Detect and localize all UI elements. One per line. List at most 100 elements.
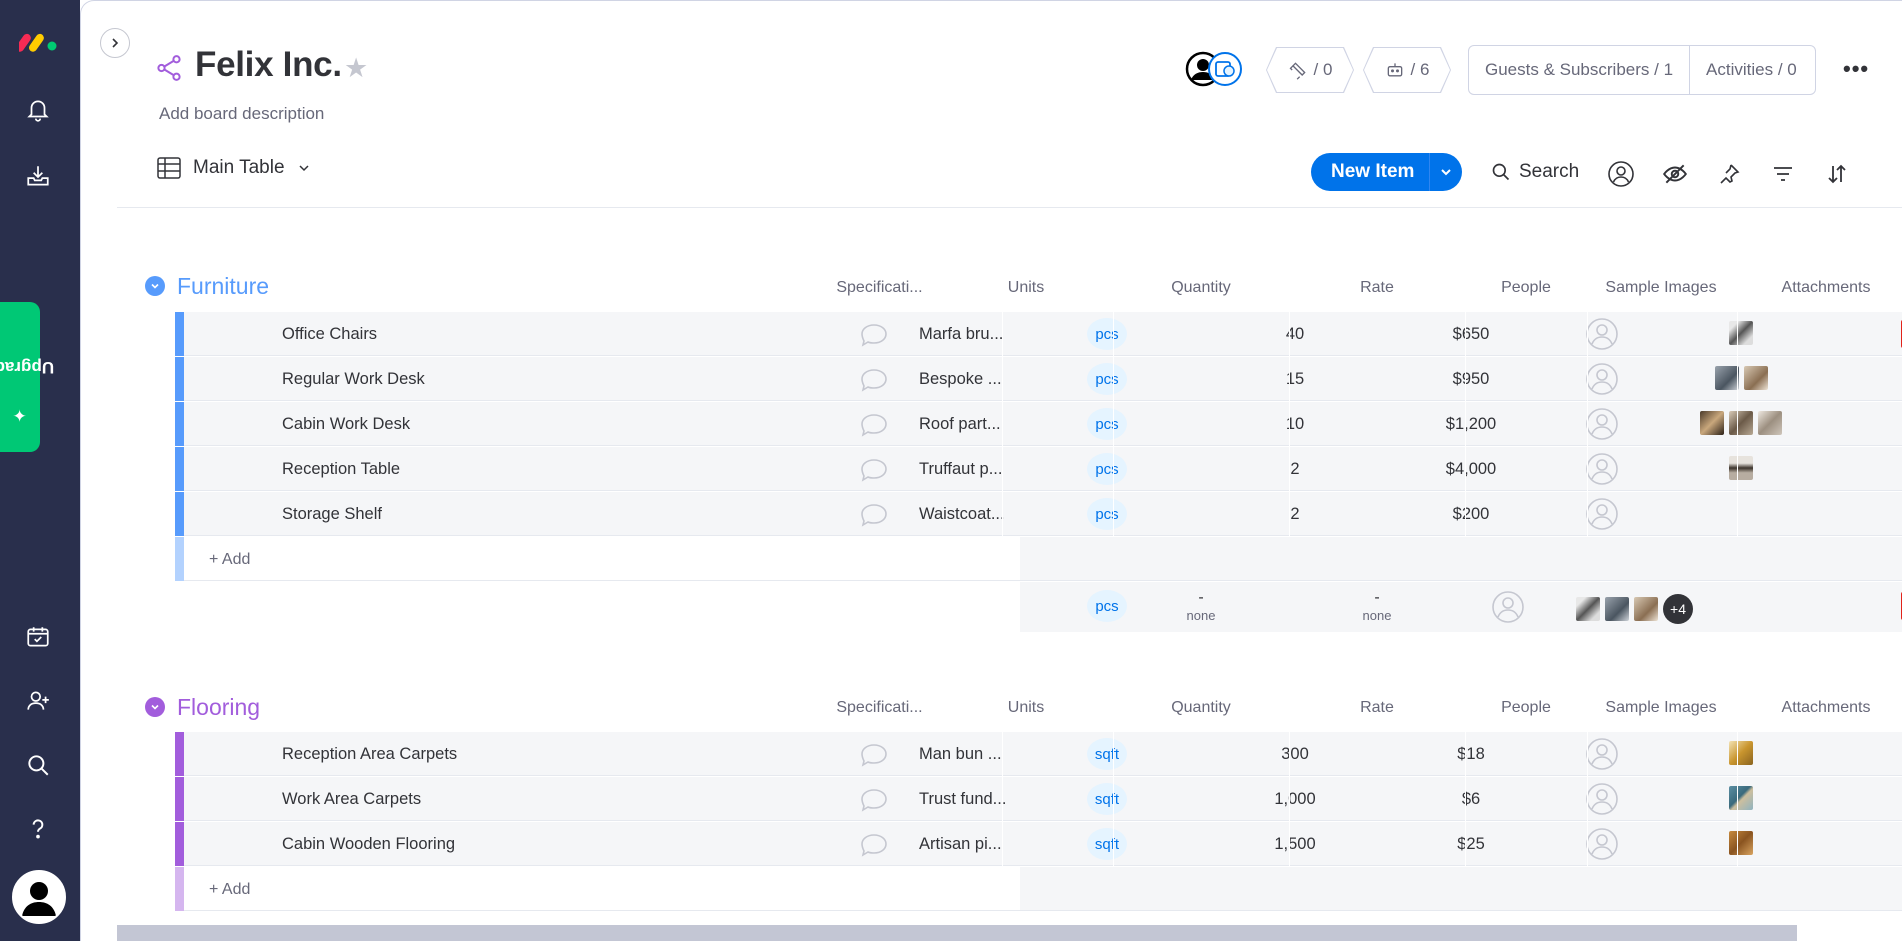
image-thumbnail[interactable]: [1758, 411, 1782, 435]
updates-bubble-icon[interactable]: [858, 322, 890, 353]
column-header-people[interactable]: People: [1466, 279, 1586, 297]
item-name[interactable]: Reception Area Carpets: [282, 745, 457, 764]
people-avatar-icon[interactable]: [1585, 452, 1619, 491]
search-button[interactable]: Search: [1491, 161, 1579, 183]
updates-bubble-icon[interactable]: [858, 502, 890, 533]
specification-cell[interactable]: Roof part...: [919, 415, 1001, 434]
horizontal-scrollbar[interactable]: [117, 925, 1797, 941]
image-thumbnail[interactable]: [1605, 597, 1629, 621]
quantity-cell[interactable]: 300: [1208, 745, 1382, 764]
units-cell[interactable]: sqft: [1087, 828, 1127, 860]
sample-images-cell[interactable]: [1666, 456, 1816, 480]
image-thumbnail[interactable]: [1729, 741, 1753, 765]
new-item-dropdown-chevron-icon[interactable]: [1430, 165, 1462, 179]
updates-bubble-icon[interactable]: [858, 787, 890, 818]
invite-members-icon[interactable]: [22, 685, 54, 717]
hide-columns-eye-icon[interactable]: [1661, 160, 1689, 188]
more-options-icon[interactable]: •••: [1843, 56, 1869, 82]
table-row[interactable]: Work Area Carpets Trust fund... sqft 1,0…: [175, 777, 1902, 821]
units-cell[interactable]: pcs: [1087, 408, 1127, 440]
column-header-attachments[interactable]: Attachments: [1741, 279, 1902, 297]
collapse-sidebar-button[interactable]: [100, 28, 130, 58]
column-header-attachments[interactable]: Attachments: [1741, 699, 1902, 717]
column-header-sample-images[interactable]: Sample Images: [1586, 279, 1736, 297]
specification-cell[interactable]: Bespoke ...: [919, 370, 1002, 389]
units-cell[interactable]: pcs: [1087, 318, 1127, 350]
column-header-units[interactable]: Units: [939, 699, 1113, 717]
group-collapse-chevron-icon[interactable]: [145, 276, 165, 296]
inbox-download-icon[interactable]: [22, 160, 54, 192]
item-name[interactable]: Storage Shelf: [282, 505, 382, 524]
table-row[interactable]: Regular Work Desk Bespoke ... pcs 15 $95…: [175, 357, 1902, 401]
column-header-sample-images[interactable]: Sample Images: [1586, 699, 1736, 717]
board-subscribers-avatars[interactable]: [1185, 51, 1255, 87]
specification-cell[interactable]: Truffaut p...: [919, 460, 1002, 479]
table-row[interactable]: Reception Area Carpets Man bun ... sqft …: [175, 732, 1902, 776]
person-filter-icon[interactable]: [1607, 160, 1635, 188]
group-header-furniture[interactable]: Furniture: [145, 270, 269, 302]
updates-bubble-icon[interactable]: [858, 457, 890, 488]
rate-cell[interactable]: $1,200: [1384, 415, 1558, 434]
item-name[interactable]: Office Chairs: [282, 325, 377, 344]
units-cell[interactable]: pcs: [1087, 453, 1127, 485]
item-name[interactable]: Regular Work Desk: [282, 370, 425, 389]
group-collapse-chevron-icon[interactable]: [145, 697, 165, 717]
sample-images-cell[interactable]: [1666, 741, 1816, 765]
search-icon[interactable]: [22, 749, 54, 781]
people-avatar-icon[interactable]: [1585, 317, 1619, 356]
units-cell[interactable]: sqft: [1087, 738, 1127, 770]
board-description[interactable]: Add board description: [159, 104, 324, 124]
add-item-row[interactable]: + Add: [175, 537, 1902, 581]
sample-images-cell[interactable]: [1666, 411, 1816, 435]
table-row[interactable]: Office Chairs Marfa bru... pcs 40 $650: [175, 312, 1902, 356]
rate-cell[interactable]: $950: [1384, 370, 1558, 389]
quantity-summary[interactable]: - none: [1114, 590, 1288, 624]
integrations-button[interactable]: / 0: [1266, 47, 1354, 93]
rate-summary[interactable]: - none: [1290, 590, 1464, 624]
more-images-badge[interactable]: +4: [1663, 594, 1693, 624]
column-header-units[interactable]: Units: [939, 279, 1113, 297]
updates-bubble-icon[interactable]: [858, 832, 890, 863]
updates-bubble-icon[interactable]: [858, 742, 890, 773]
column-header-rate[interactable]: Rate: [1290, 279, 1464, 297]
sample-images-cell[interactable]: [1666, 321, 1816, 345]
units-cell[interactable]: sqft: [1087, 783, 1127, 815]
column-header-specification[interactable]: Specificati...: [822, 279, 937, 297]
image-thumbnail[interactable]: [1729, 411, 1753, 435]
image-thumbnail[interactable]: [1743, 366, 1768, 390]
quantity-cell[interactable]: 1,500: [1208, 835, 1382, 854]
image-thumbnail[interactable]: [1729, 321, 1753, 345]
item-name[interactable]: Reception Table: [282, 460, 400, 479]
upgrade-button[interactable]: ✦ Upgrade: [0, 302, 54, 452]
board-title[interactable]: Felix Inc.: [195, 45, 342, 85]
favorite-star-icon[interactable]: ★: [344, 53, 368, 84]
sample-images-cell[interactable]: [1666, 831, 1816, 855]
user-avatar[interactable]: [12, 870, 66, 924]
new-item-button[interactable]: New Item: [1311, 153, 1462, 191]
image-thumbnail[interactable]: [1700, 411, 1724, 435]
rate-cell[interactable]: $200: [1384, 505, 1558, 524]
specification-cell[interactable]: Waistcoat...: [919, 505, 1005, 524]
specification-cell[interactable]: Man bun ...: [919, 745, 1002, 764]
group-title[interactable]: Flooring: [177, 694, 260, 721]
notifications-bell-icon[interactable]: [22, 94, 54, 126]
rate-cell[interactable]: $25: [1384, 835, 1558, 854]
quantity-cell[interactable]: 2: [1208, 460, 1382, 479]
group-title[interactable]: Furniture: [177, 273, 269, 300]
image-thumbnail[interactable]: [1729, 456, 1753, 480]
updates-bubble-icon[interactable]: [858, 367, 890, 398]
rate-cell[interactable]: $6: [1384, 790, 1558, 809]
people-avatar-icon[interactable]: [1585, 497, 1619, 536]
rate-cell[interactable]: $650: [1384, 325, 1558, 344]
quantity-cell[interactable]: 10: [1208, 415, 1382, 434]
filter-icon[interactable]: [1769, 160, 1797, 188]
quantity-cell[interactable]: 1,000: [1208, 790, 1382, 809]
image-thumbnail[interactable]: [1576, 597, 1600, 621]
people-avatar-icon[interactable]: [1585, 362, 1619, 401]
column-header-quantity[interactable]: Quantity: [1114, 699, 1288, 717]
add-item-label[interactable]: + Add: [209, 551, 250, 569]
sort-icon[interactable]: [1823, 160, 1851, 188]
table-row[interactable]: Cabin Work Desk Roof part... pcs 10 $1,2…: [175, 402, 1902, 446]
people-avatar-icon[interactable]: [1585, 827, 1619, 866]
image-thumbnail[interactable]: [1729, 786, 1753, 810]
